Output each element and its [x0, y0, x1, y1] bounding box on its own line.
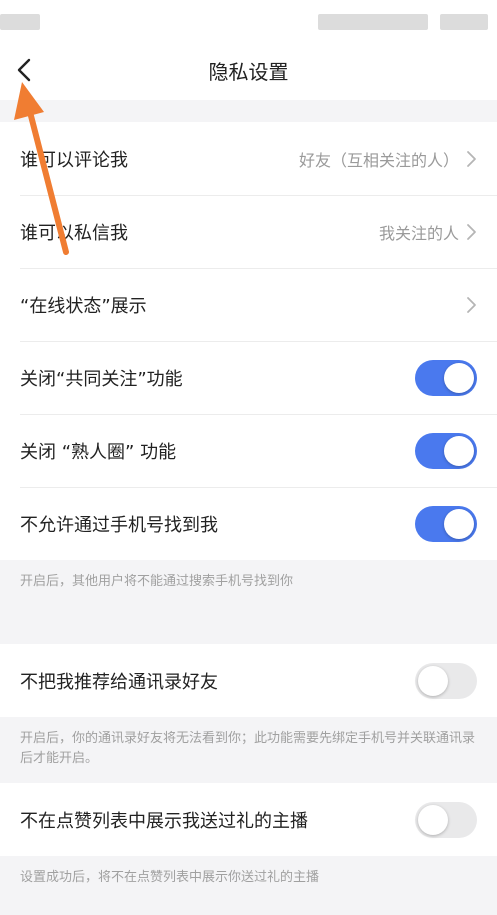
setting-label: 关闭 “熟人圈” 功能 [20, 441, 177, 463]
setting-label: 不把我推荐给通讯录好友 [20, 671, 218, 693]
blurred-status-right [318, 14, 428, 30]
setting-label: 谁可以私信我 [20, 222, 128, 244]
setting-who-can-comment[interactable]: 谁可以评论我 好友（互相关注的人） [0, 122, 497, 195]
blurred-status-battery [440, 14, 488, 30]
setting-contacts-recommend: 不把我推荐给通讯录好友 [0, 644, 497, 717]
setting-label: “在线状态”展示 [20, 295, 147, 317]
setting-value: 好友（互相关注的人） [298, 150, 459, 170]
likes-note: 设置成功后，将不在点赞列表中展示你送过礼的主播 [20, 870, 320, 885]
toggle-switch[interactable] [415, 505, 477, 542]
setting-label: 谁可以评论我 [20, 149, 128, 171]
status-bar [0, 0, 497, 40]
setting-phone-discovery: 不允许通过手机号找到我 [0, 487, 497, 560]
setting-disable-mutual-follow: 关闭“共同关注”功能 [0, 341, 497, 414]
setting-online-status[interactable]: “在线状态”展示 [0, 268, 497, 341]
chevron-right-icon [467, 223, 476, 240]
toggle-switch[interactable] [415, 359, 477, 396]
setting-label: 不在点赞列表中展示我送过礼的主播 [20, 810, 308, 832]
setting-likes-list: 不在点赞列表中展示我送过礼的主播 [0, 783, 497, 856]
toggle-switch[interactable] [415, 801, 477, 838]
settings-group: 谁可以评论我 好友（互相关注的人） 谁可以私信我 我关注的人 “在线状态”展示 … [0, 122, 497, 560]
setting-label: 关闭“共同关注”功能 [20, 368, 183, 390]
page-title: 隐私设置 [208, 59, 289, 84]
toggle-switch[interactable] [415, 432, 477, 469]
setting-disable-acquaintance: 关闭 “熟人圈” 功能 [0, 414, 497, 487]
setting-label: 不允许通过手机号找到我 [20, 514, 218, 536]
blurred-status-left [0, 14, 40, 30]
toggle-switch[interactable] [415, 662, 477, 699]
chevron-left-icon[interactable] [12, 56, 40, 84]
setting-who-can-message[interactable]: 谁可以私信我 我关注的人 [0, 195, 497, 268]
likes-group: 不在点赞列表中展示我送过礼的主播 [0, 783, 497, 856]
phone-note: 开启后，其他用户将不能通过搜索手机号找到你 [20, 574, 294, 589]
nav-bar: 隐私设置 [0, 40, 497, 100]
contacts-note: 开启后，你的通讯录好友将无法看到你；此功能需要先绑定手机号并关联通讯录后才能开启… [20, 731, 476, 766]
chevron-right-icon [467, 150, 476, 167]
setting-value: 我关注的人 [378, 223, 459, 243]
chevron-right-icon [467, 296, 476, 313]
contacts-group: 不把我推荐给通讯录好友 [0, 644, 497, 717]
